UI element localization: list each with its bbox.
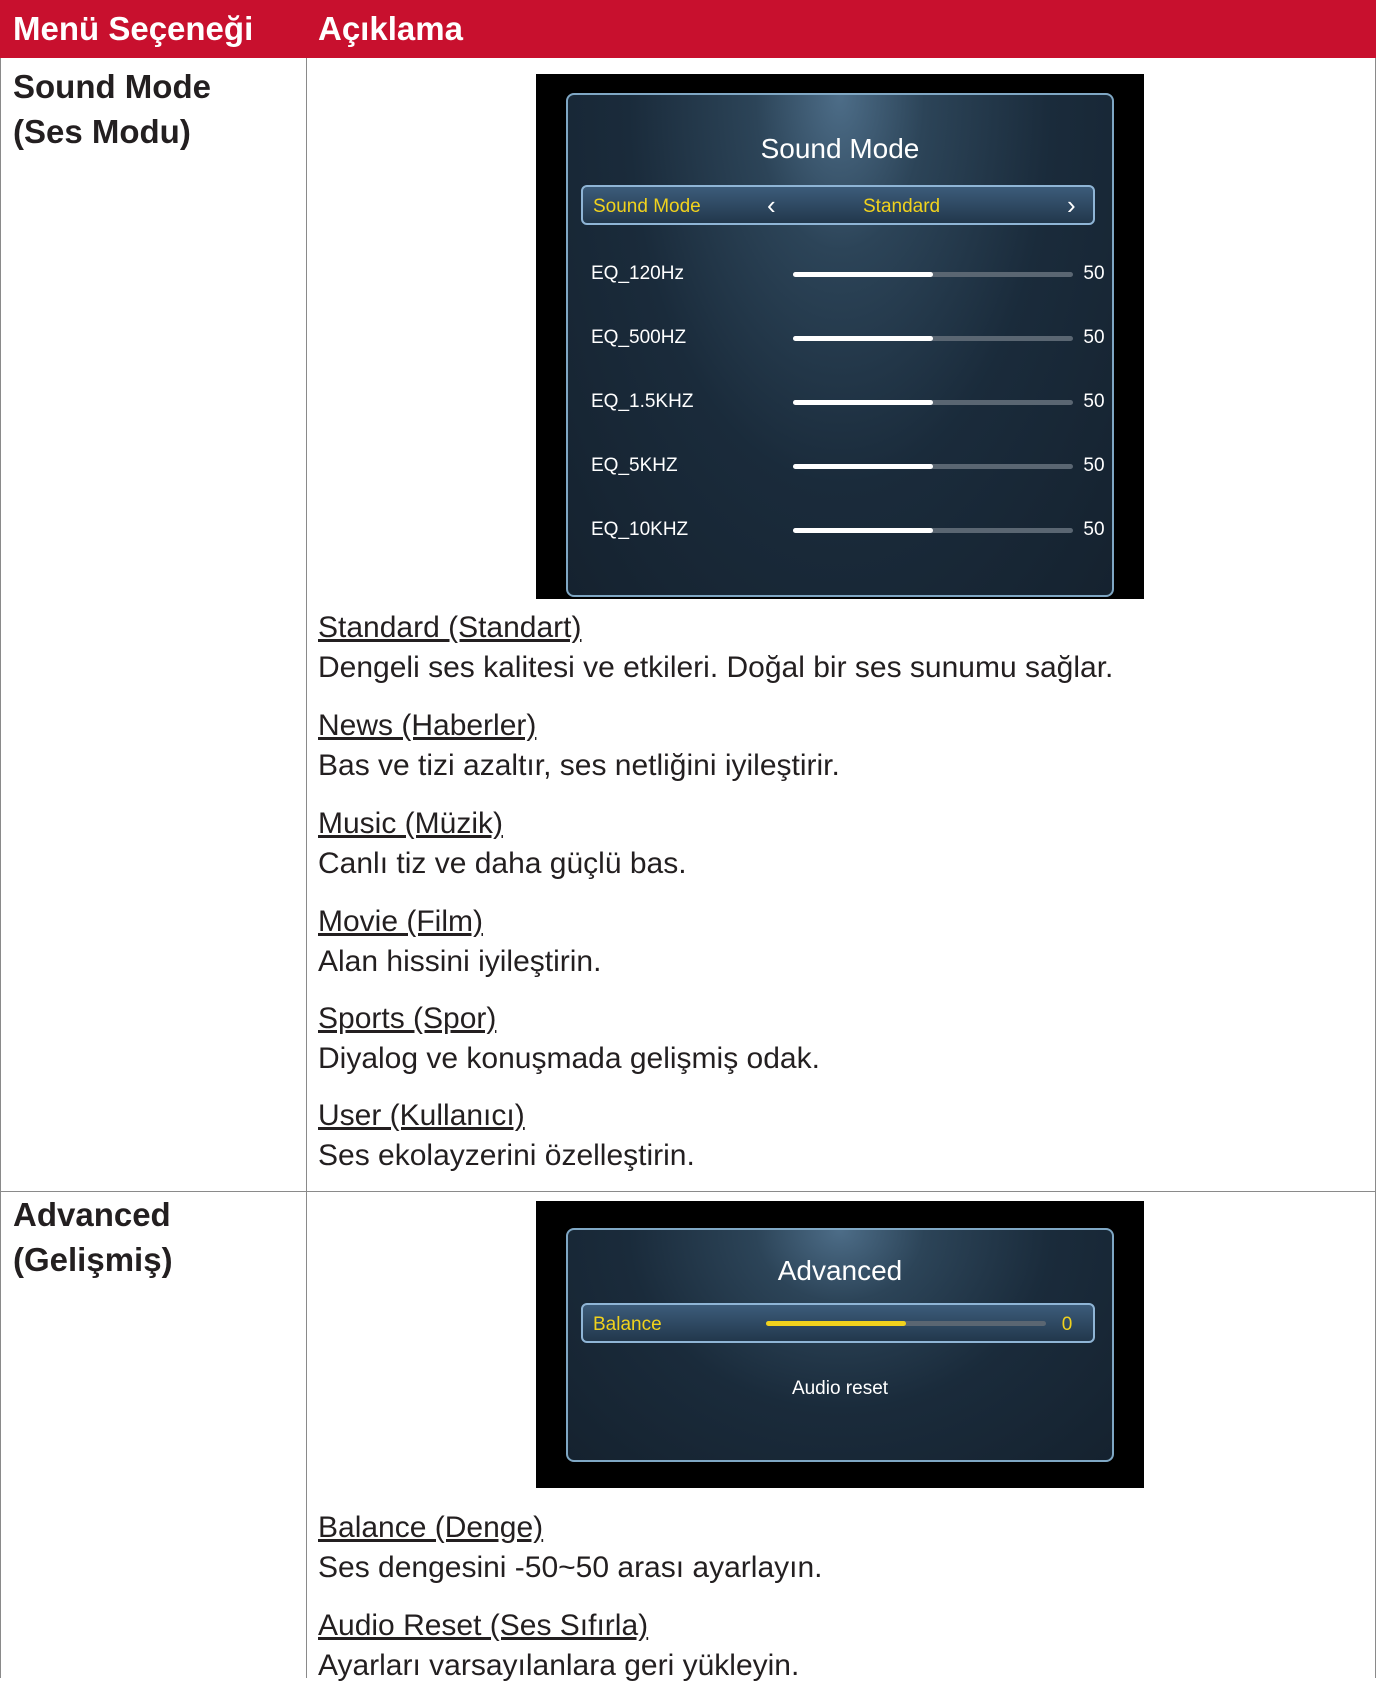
option-name-line: Sound Mode (13, 68, 211, 105)
entry-title: Balance (Denge) (318, 1511, 544, 1544)
entry-news: News (Haberler) Bas ve tizi azaltır, ses… (318, 706, 840, 786)
osd-eq-slider-fill (793, 400, 933, 405)
entry-title: Music (Müzik) (318, 807, 503, 840)
menu-table: Menü Seçeneği Açıklama Sound Mode (Ses M… (0, 0, 1376, 1682)
osd-balance-label: Balance (593, 1314, 662, 1335)
osd-eq-slider-fill (793, 272, 933, 277)
osd-sound-mode-selector[interactable]: Sound Mode ‹ Standard › (581, 185, 1095, 225)
entry-standard: Standard (Standart) Dengeli ses kalitesi… (318, 608, 1113, 688)
option-name-advanced: Advanced (Gelişmiş) (13, 1192, 173, 1282)
osd-eq-value: 50 (1083, 519, 1105, 540)
entry-description: Ses dengesini -50~50 arası ayarlayın. (318, 1551, 823, 1584)
entry-description: Dengeli ses kalitesi ve etkileri. Doğal … (318, 651, 1114, 684)
osd-panel: Advanced Balance 0 Audio reset (566, 1228, 1114, 1462)
osd-eq-slider[interactable] (793, 528, 1073, 533)
osd-eq-slider[interactable] (793, 336, 1073, 341)
header-menu-option: Menü Seçeneği (13, 10, 254, 47)
entry-sports: Sports (Spor) Diyalog ve konuşmada geliş… (318, 999, 820, 1079)
osd-eq-value: 50 (1083, 327, 1105, 348)
entry-balance: Balance (Denge) Ses dengesini -50~50 ara… (318, 1508, 822, 1588)
osd-eq-label: EQ_5KHZ (591, 455, 678, 476)
entry-audio-reset: Audio Reset (Ses Sıfırla) Ayarları varsa… (318, 1606, 799, 1686)
entry-title: Audio Reset (Ses Sıfırla) (318, 1609, 649, 1642)
osd-balance-slider-fill (766, 1321, 906, 1326)
osd-selector-label: Sound Mode (593, 196, 701, 217)
osd-eq-slider-fill (793, 336, 933, 341)
table-header: Menü Seçeneği Açıklama (0, 0, 1376, 58)
osd-eq-slider-fill (793, 528, 933, 533)
option-name-subline: (Gelişmiş) (13, 1241, 173, 1278)
osd-audio-reset[interactable]: Audio reset (568, 1378, 1112, 1400)
entry-description: Ayarları varsayılanlara geri yükleyin. (318, 1649, 800, 1682)
entry-description: Bas ve tizi azaltır, ses netliğini iyile… (318, 749, 840, 782)
osd-eq-label: EQ_500HZ (591, 327, 687, 348)
osd-eq-slider[interactable] (793, 464, 1073, 469)
osd-title: Sound Mode (760, 133, 920, 164)
osd-eq-value: 50 (1083, 391, 1105, 412)
column-divider (306, 58, 307, 1678)
row-divider (0, 1191, 1376, 1192)
osd-eq-value: 50 (1083, 455, 1105, 476)
osd-eq-label: EQ_10KHZ (591, 519, 689, 540)
table-border-left (0, 58, 1, 1678)
chevron-right-icon[interactable]: › (1067, 192, 1076, 218)
osd-title: Advanced (777, 1255, 903, 1286)
osd-balance-slider[interactable] (766, 1321, 1046, 1326)
osd-eq-slider[interactable] (793, 272, 1073, 277)
entry-description: Diyalog ve konuşmada gelişmiş odak. (318, 1042, 820, 1075)
entry-description: Canlı tiz ve daha güçlü bas. (318, 847, 687, 880)
header-description: Açıklama (318, 10, 463, 47)
osd-balance-row[interactable]: Balance 0 (581, 1303, 1095, 1343)
entry-title: Standard (Standart) (318, 611, 582, 644)
osd-eq-slider-fill (793, 464, 933, 469)
advanced-osd-screenshot: Advanced Balance 0 Audio reset (536, 1201, 1144, 1488)
option-name-line: Advanced (13, 1196, 171, 1233)
entry-title: User (Kullanıcı) (318, 1099, 525, 1132)
osd-balance-value: 0 (1061, 1314, 1073, 1335)
osd-eq-value: 50 (1083, 263, 1105, 284)
sound-mode-osd-screenshot: Sound Mode Sound Mode ‹ Standard › EQ_12… (536, 74, 1144, 599)
osd-eq-label: EQ_120Hz (591, 263, 684, 284)
option-name-subline: (Ses Modu) (13, 113, 191, 150)
entry-description: Alan hissini iyileştirin. (318, 945, 602, 978)
osd-selector-value: Standard (863, 196, 941, 217)
entry-title: Sports (Spor) (318, 1002, 497, 1035)
entry-movie: Movie (Film) Alan hissini iyileştirin. (318, 902, 601, 982)
entry-description: Ses ekolayzerini özelleştirin. (318, 1139, 695, 1172)
osd-eq-slider[interactable] (793, 400, 1073, 405)
entry-music: Music (Müzik) Canlı tiz ve daha güçlü ba… (318, 804, 687, 884)
option-name-sound-mode: Sound Mode (Ses Modu) (13, 64, 211, 154)
osd-panel: Sound Mode Sound Mode ‹ Standard › EQ_12… (566, 93, 1114, 597)
osd-eq-label: EQ_1.5KHZ (591, 391, 694, 412)
chevron-left-icon[interactable]: ‹ (767, 192, 776, 218)
entry-user: User (Kullanıcı) Ses ekolayzerini özelle… (318, 1096, 695, 1176)
entry-title: Movie (Film) (318, 905, 483, 938)
entry-title: News (Haberler) (318, 709, 537, 742)
